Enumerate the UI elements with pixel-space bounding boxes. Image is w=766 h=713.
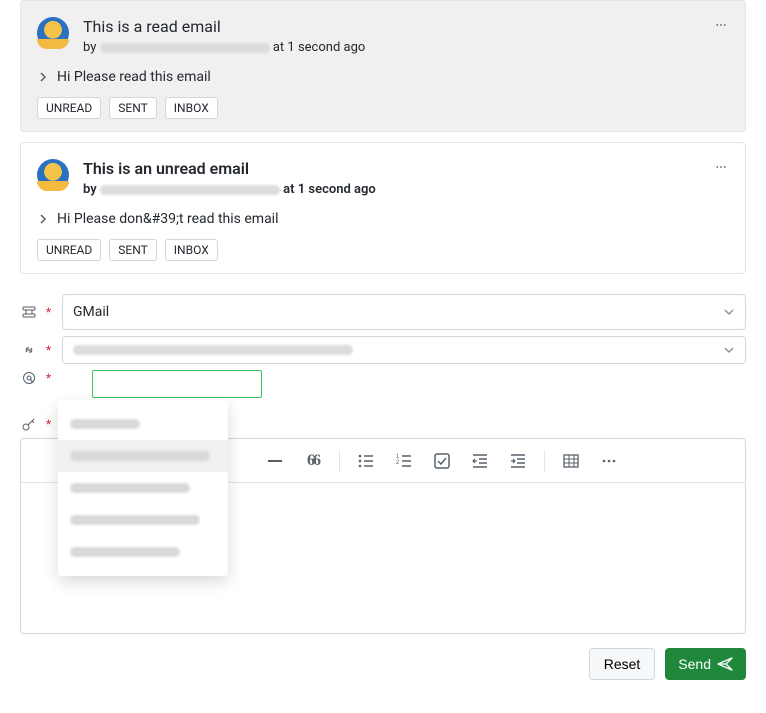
unordered-list-icon (357, 452, 375, 470)
checkbox-icon (433, 452, 451, 470)
email-snippet-toggle[interactable]: Hi Please don&#39;t read this email (37, 211, 729, 227)
provider-icon (20, 304, 38, 320)
email-card-read[interactable]: This is a read email by at 1 second ago … (20, 0, 746, 132)
more-menu-button[interactable] (709, 13, 733, 37)
outdent-icon (471, 452, 489, 470)
key-icon (20, 416, 38, 432)
ordered-list-icon: 12 (395, 452, 413, 470)
dropdown-item[interactable] (58, 472, 228, 504)
tag-inbox[interactable]: INBOX (165, 239, 218, 261)
tag-unread[interactable]: UNREAD (37, 97, 101, 119)
email-title: This is an unread email (83, 159, 376, 178)
hr-button[interactable] (257, 445, 293, 477)
required-mark: * (46, 343, 54, 357)
outdent-button[interactable] (462, 445, 498, 477)
chevron-down-icon (723, 344, 735, 356)
provider-select[interactable]: GMail (62, 294, 746, 330)
send-button[interactable]: Send (665, 648, 746, 680)
ol-button[interactable]: 12 (386, 445, 422, 477)
table-button[interactable] (553, 445, 589, 477)
email-card-unread[interactable]: This is an unread email by at 1 second a… (20, 142, 746, 274)
more-menu-button[interactable] (709, 155, 733, 179)
more-toolbar-button[interactable] (591, 445, 627, 477)
ellipsis-icon (715, 159, 727, 175)
dropdown-item[interactable] (58, 504, 228, 536)
dropdown-item[interactable] (58, 440, 228, 472)
email-snippet: Hi Please don&#39;t read this email (57, 211, 279, 227)
quote-button[interactable]: 66 (295, 445, 331, 477)
dropdown-item[interactable] (58, 408, 228, 440)
email-byline: by at 1 second ago (83, 40, 365, 55)
ellipsis-icon (715, 17, 727, 33)
quote-icon: 66 (307, 452, 319, 470)
indent-button[interactable] (500, 445, 536, 477)
email-snippet-toggle[interactable]: Hi Please read this email (37, 69, 729, 85)
recipient-dropdown[interactable] (58, 400, 228, 576)
compose-form: * GMail * * * (20, 294, 746, 634)
ellipsis-icon (600, 452, 618, 470)
email-title: This is a read email (83, 17, 365, 36)
send-icon (717, 656, 733, 672)
tag-inbox[interactable]: INBOX (165, 97, 218, 119)
ul-button[interactable] (348, 445, 384, 477)
chevron-right-icon (37, 213, 49, 225)
chevron-right-icon (37, 71, 49, 83)
checklist-button[interactable] (424, 445, 460, 477)
svg-text:2: 2 (396, 460, 400, 466)
required-mark: * (46, 305, 54, 319)
required-mark: * (46, 417, 54, 431)
recipient-input[interactable] (92, 370, 262, 398)
reset-button[interactable]: Reset (589, 648, 656, 680)
chevron-down-icon (723, 306, 735, 318)
dropdown-item[interactable] (58, 536, 228, 568)
required-mark: * (46, 371, 54, 385)
link-icon (20, 342, 38, 358)
indent-icon (509, 452, 527, 470)
avatar (37, 159, 69, 191)
email-snippet: Hi Please read this email (57, 69, 211, 85)
provider-value: GMail (73, 304, 109, 320)
horizontal-rule-icon (266, 452, 284, 470)
at-icon (20, 370, 38, 386)
email-byline: by at 1 second ago (83, 182, 376, 197)
table-icon (562, 452, 580, 470)
avatar (37, 17, 69, 49)
link-select[interactable] (62, 336, 746, 364)
tag-sent[interactable]: SENT (109, 97, 157, 119)
tag-sent[interactable]: SENT (109, 239, 157, 261)
tag-unread[interactable]: UNREAD (37, 239, 101, 261)
